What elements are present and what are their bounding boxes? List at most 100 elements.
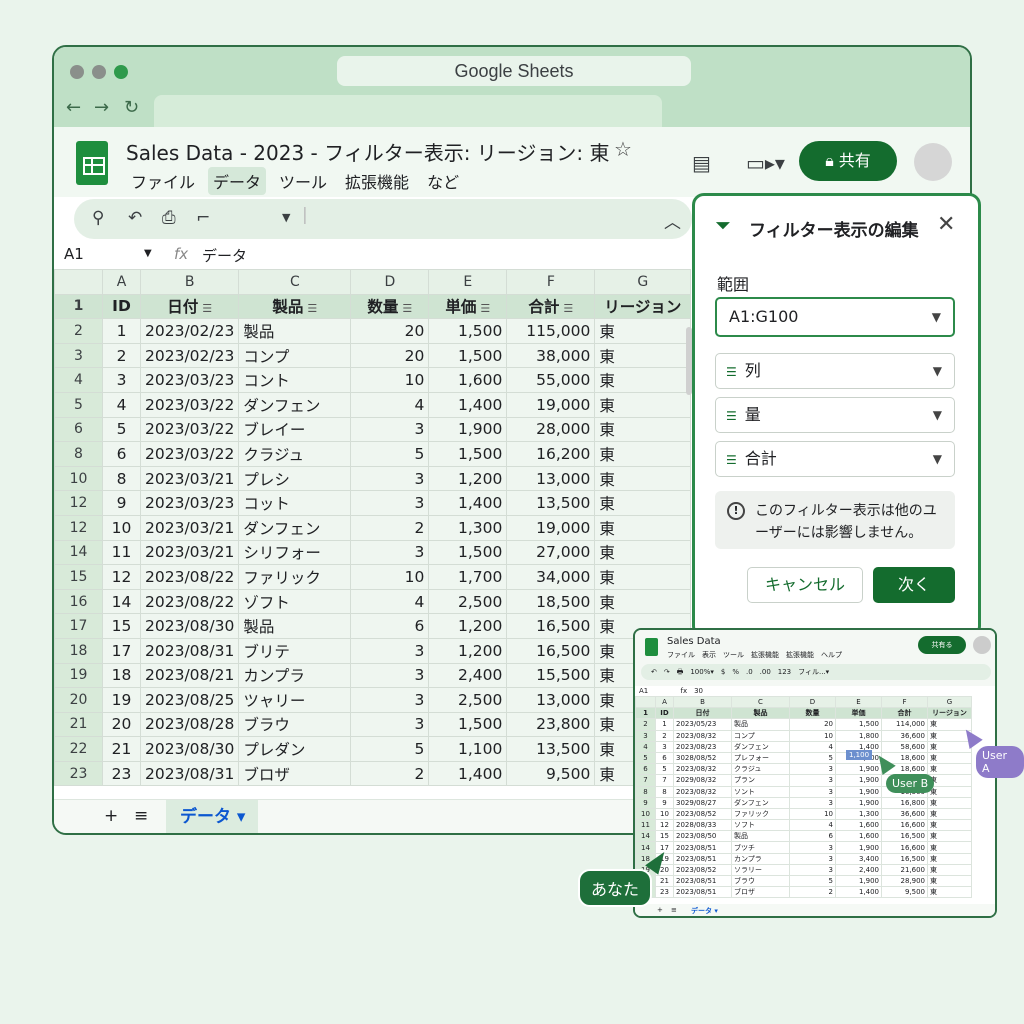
- cell[interactable]: 1,400: [835, 886, 882, 899]
- cell[interactable]: 東: [594, 416, 692, 443]
- next-button[interactable]: 次く: [873, 567, 955, 603]
- cell[interactable]: 1,500: [428, 711, 508, 738]
- select-all-corner[interactable]: [635, 695, 656, 709]
- cell[interactable]: 3: [350, 662, 430, 689]
- column-header-b[interactable]: B: [139, 269, 240, 295]
- cell[interactable]: 2023/08/50: [673, 830, 732, 843]
- row-number[interactable]: 8: [635, 785, 656, 798]
- cell[interactable]: ファリック: [238, 564, 352, 590]
- menu-file[interactable]: ファイル: [126, 167, 200, 195]
- cell[interactable]: 1,300: [428, 514, 508, 541]
- cell[interactable]: ソフト: [731, 819, 790, 832]
- cell[interactable]: 2: [350, 760, 430, 787]
- cell[interactable]: 18,500: [506, 588, 596, 615]
- row-number[interactable]: 2: [635, 718, 656, 731]
- cell[interactable]: ツャリー: [238, 687, 352, 713]
- cell[interactable]: 4: [789, 740, 836, 753]
- header-cell[interactable]: リージョン: [927, 707, 972, 720]
- cell[interactable]: 3: [789, 863, 836, 877]
- row-number[interactable]: 19: [54, 662, 103, 689]
- cell[interactable]: 9,500: [506, 760, 596, 787]
- cell[interactable]: 東: [927, 886, 972, 899]
- cell[interactable]: 4: [102, 391, 141, 418]
- cell[interactable]: 55,000: [506, 367, 596, 393]
- cell[interactable]: コット: [238, 490, 352, 516]
- cell[interactable]: 1,500: [428, 441, 508, 467]
- reload-icon[interactable]: ↻: [124, 97, 139, 118]
- cell[interactable]: プラン: [731, 774, 790, 787]
- cell[interactable]: 1,900: [835, 774, 882, 787]
- window-close-dot[interactable]: [70, 65, 84, 79]
- cell[interactable]: 19,000: [506, 514, 596, 541]
- cell[interactable]: 10: [350, 367, 430, 393]
- name-box-dropdown-icon[interactable]: ▼: [144, 248, 152, 259]
- cell[interactable]: 東: [594, 465, 692, 492]
- cell[interactable]: 3029/08/27: [673, 796, 732, 809]
- cell[interactable]: 3: [350, 711, 430, 738]
- window-maximize-dot[interactable]: [114, 65, 128, 79]
- cell[interactable]: 3: [655, 740, 674, 753]
- cell[interactable]: 東: [927, 763, 972, 776]
- comment-icon[interactable]: ▤: [692, 151, 711, 175]
- cell[interactable]: 1,200: [428, 613, 508, 639]
- cell[interactable]: 2023/03/22: [139, 441, 240, 467]
- cell[interactable]: 3: [350, 465, 430, 492]
- header-cell[interactable]: 合計: [881, 707, 928, 720]
- row-number[interactable]: 3: [635, 729, 656, 742]
- cell[interactable]: 東: [927, 863, 972, 877]
- cell[interactable]: 2023/08/22: [139, 588, 240, 615]
- cell[interactable]: ダンフェン: [731, 740, 790, 753]
- cell[interactable]: 東: [594, 367, 692, 393]
- cell[interactable]: 21: [102, 736, 141, 762]
- cell[interactable]: 2023/08/30: [139, 613, 240, 639]
- cell[interactable]: 2: [102, 342, 141, 369]
- cell[interactable]: 東: [594, 490, 692, 516]
- cell[interactable]: 9: [655, 796, 674, 809]
- cell[interactable]: 20: [789, 718, 836, 731]
- cell[interactable]: コント: [238, 367, 352, 393]
- cell[interactable]: ダンフェン: [238, 391, 352, 418]
- row-number[interactable]: 18: [54, 637, 103, 664]
- sheet-tab-data[interactable]: データ ▾: [166, 800, 258, 833]
- menu-data[interactable]: データ: [208, 167, 267, 195]
- row-number[interactable]: 6: [54, 416, 103, 443]
- video-call-icon[interactable]: ▭▸▾: [746, 151, 785, 175]
- cell[interactable]: 34,000: [506, 564, 596, 590]
- cell[interactable]: 12: [102, 564, 141, 590]
- cell[interactable]: 9: [102, 490, 141, 516]
- share-button[interactable]: 🔒︎ 共有: [799, 141, 897, 181]
- cell[interactable]: ダンフェン: [238, 514, 352, 541]
- cell[interactable]: 1,600: [835, 830, 882, 843]
- cell[interactable]: カンプラ: [238, 662, 352, 689]
- forward-icon[interactable]: →: [94, 97, 109, 118]
- menu-tools[interactable]: ツール: [274, 167, 332, 195]
- row-number[interactable]: 22: [54, 736, 103, 762]
- criteria-dropdown-column[interactable]: ☰ 列 ▼: [715, 353, 955, 389]
- cell[interactable]: ブツチ: [731, 841, 790, 854]
- cell[interactable]: 1,400: [428, 391, 508, 418]
- row-number[interactable]: 14: [635, 830, 656, 843]
- cell[interactable]: 19,000: [506, 391, 596, 418]
- row-number[interactable]: 5: [54, 391, 103, 418]
- cell[interactable]: 1,600: [835, 819, 882, 832]
- cell[interactable]: 2: [655, 729, 674, 742]
- cell[interactable]: 20: [102, 711, 141, 738]
- cell[interactable]: 東: [594, 564, 692, 590]
- cell[interactable]: 20: [350, 342, 430, 369]
- cell[interactable]: 2023/03/21: [139, 465, 240, 492]
- cell[interactable]: 3: [350, 490, 430, 516]
- cell[interactable]: 6: [789, 830, 836, 843]
- row-number[interactable]: 17: [54, 613, 103, 639]
- column-header-g[interactable]: G: [927, 695, 972, 709]
- header-cell[interactable]: ID: [102, 293, 141, 320]
- cell[interactable]: 5: [789, 874, 836, 888]
- cell[interactable]: プレダン: [238, 736, 352, 762]
- cell[interactable]: カンプラ: [731, 852, 790, 865]
- add-sheet-button[interactable]: +: [104, 806, 118, 826]
- cell[interactable]: 5: [655, 763, 674, 776]
- cell[interactable]: コンプ: [238, 342, 352, 369]
- cell[interactable]: 13,000: [506, 687, 596, 713]
- filter-toggle-icon[interactable]: ☰: [402, 302, 412, 315]
- menu-more[interactable]: など: [422, 167, 464, 195]
- cell[interactable]: 13,500: [506, 490, 596, 516]
